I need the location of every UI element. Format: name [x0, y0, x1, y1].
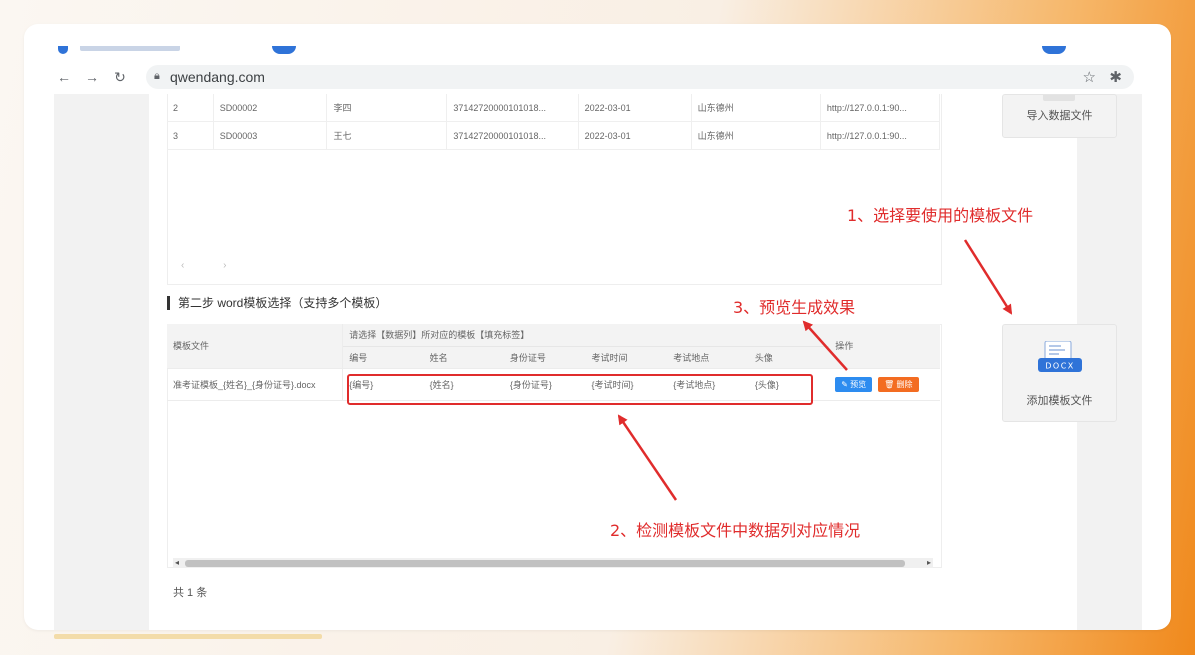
import-data-label: 导入数据文件 — [1026, 110, 1093, 122]
annotation-step2: 2、检测模板文件中数据列对应情况 — [610, 521, 861, 540]
col-template-header: 模板文件 — [167, 324, 344, 369]
tab-favicon — [58, 46, 68, 54]
table-cell: SD00003 — [213, 121, 328, 150]
annotation-step3: 3、预览生成效果 — [733, 298, 856, 317]
table-cell: 3 — [167, 121, 214, 150]
import-icon — [1043, 95, 1075, 101]
table-cell: 37142720000101018... — [446, 121, 579, 150]
preview-button[interactable]: ✎ 预览 — [835, 376, 873, 392]
import-data-button[interactable]: 导入数据文件 — [1002, 94, 1117, 138]
horizontal-scrollbar[interactable]: ◂ ▸ — [173, 558, 933, 568]
table-cell: SD00002 — [213, 94, 328, 122]
table-cell: 37142720000101018... — [446, 94, 579, 122]
table-cell: 2022-03-01 — [578, 94, 692, 122]
scroll-thumb[interactable] — [185, 560, 905, 567]
table-cell: http://127.0.0.1:90... — [820, 121, 941, 150]
decorative-underline — [54, 634, 322, 639]
table-cell: 2 — [167, 94, 214, 122]
annotation-step1: 1、选择要使用的模板文件 — [847, 206, 1034, 225]
docx-file-icon: DOCX — [1038, 341, 1082, 372]
page-content: 2 SD00002 李四 37142720000101018... 2022-03-01… — [54, 94, 1142, 630]
sub-header-cell: 姓名 — [423, 346, 504, 369]
scroll-left-icon[interactable]: ◂ — [175, 558, 179, 568]
scroll-right-icon[interactable]: ▸ — [927, 558, 931, 568]
sub-header-cell: 头像 — [748, 346, 830, 369]
browser-window: ← → ↻ 🔒︎ qwendang.com ☆ ✱ 2 SD00002 李四 3714… — [54, 46, 1142, 630]
docx-icon-text: DOCX — [1045, 362, 1075, 371]
star-icon[interactable]: ☆ — [1083, 68, 1096, 86]
highlight-box — [347, 374, 813, 405]
template-file-name: 准考证模板_{姓名}_{身份证号}.docx — [167, 368, 344, 401]
data-table: 2 SD00002 李四 37142720000101018... 2022-03-01… — [167, 94, 941, 150]
profile-avatar[interactable] — [1042, 46, 1066, 54]
lock-icon: 🔒︎ — [154, 70, 160, 82]
table-cell: 山东德州 — [691, 94, 821, 122]
table-cell: http://127.0.0.1:90... — [820, 94, 941, 122]
add-template-label: 添加模板文件 — [1026, 395, 1093, 407]
back-icon[interactable]: ← — [56, 69, 72, 85]
table-row: 3 SD00003 王七 37142720000101018... 2022-03-01… — [167, 121, 941, 150]
table-cell: 王七 — [326, 121, 448, 150]
tab-strip — [54, 46, 1142, 60]
screenshot-card: ← → ↻ 🔒︎ qwendang.com ☆ ✱ 2 SD00002 李四 3714… — [24, 24, 1171, 630]
sub-header-cell: 编号 — [342, 346, 424, 369]
total-count: 共 1 条 — [173, 587, 208, 599]
pager-arrows[interactable]: ‹ › — [181, 260, 244, 271]
delete-button[interactable]: 🗑 删除 — [878, 376, 919, 392]
sub-header-cell: 考试时间 — [585, 346, 668, 369]
extensions-icon[interactable]: ✱ — [1109, 68, 1122, 86]
tab-title-blur — [80, 46, 180, 51]
section-title: 第二步 word模板选择（支持多个模板） — [167, 296, 387, 310]
main-panel: 2 SD00002 李四 37142720000101018... 2022-03-01… — [149, 94, 1117, 630]
add-template-button[interactable]: DOCX 添加模板文件 — [1002, 324, 1117, 422]
new-tab-button[interactable] — [272, 46, 296, 54]
table-cell: 2022-03-01 — [578, 121, 692, 150]
reload-icon[interactable]: ↻ — [112, 69, 128, 85]
sub-header-cell: 身份证号 — [503, 346, 586, 369]
actions-cell: ✎ 预览 🗑 删除 — [829, 368, 940, 401]
browser-toolbar: ← → ↻ 🔒︎ qwendang.com ☆ ✱ — [54, 60, 1142, 95]
table-cell: 山东德州 — [691, 121, 821, 150]
group-header: 请选择【数据列】所对应的模板【填充标签】 — [342, 324, 830, 347]
table-cell: 李四 — [326, 94, 448, 122]
table-row: 2 SD00002 李四 37142720000101018... 2022-03-01… — [167, 94, 941, 122]
sub-header-cell: 考试地点 — [667, 346, 749, 369]
address-bar[interactable]: 🔒︎ qwendang.com ☆ ✱ — [146, 65, 1134, 89]
forward-icon[interactable]: → — [84, 69, 100, 85]
url-text: qwendang.com — [170, 69, 265, 85]
col-actions-header: 操作 — [829, 324, 940, 369]
